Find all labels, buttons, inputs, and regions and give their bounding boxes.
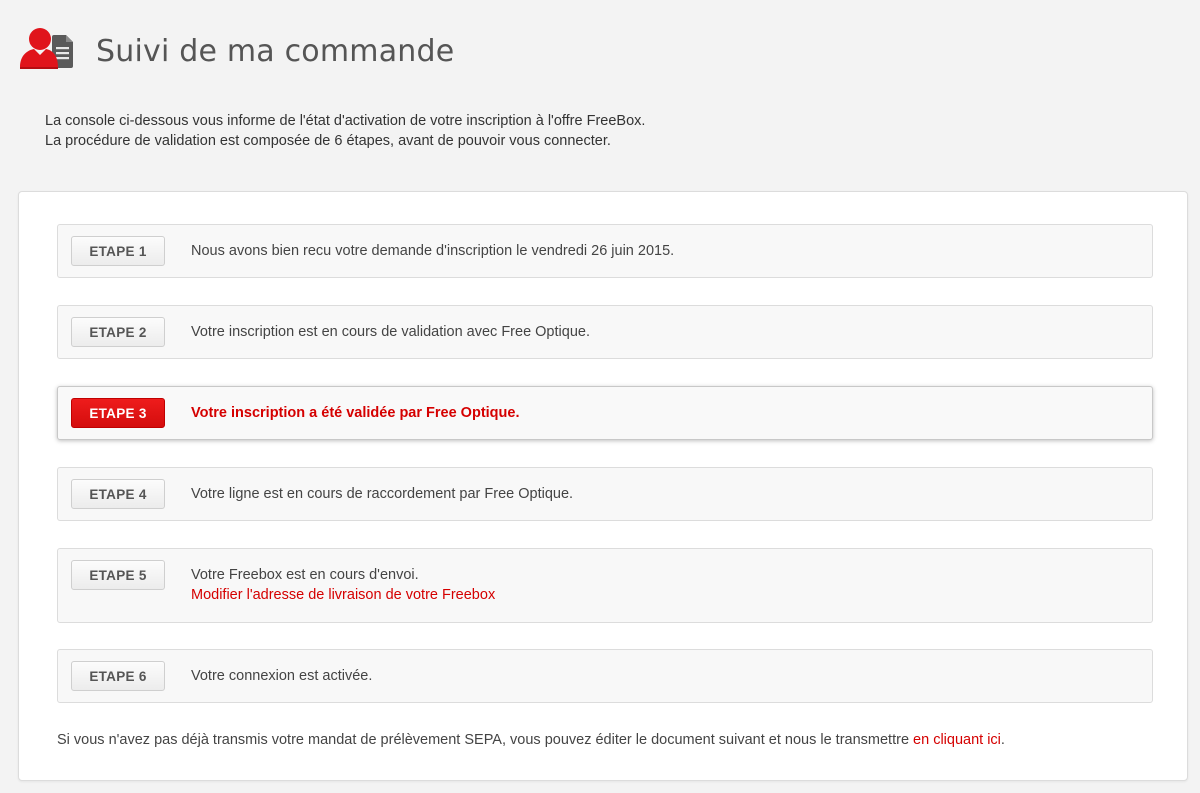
step-text: Votre Freebox est en cours d'envoi. (191, 567, 419, 583)
step-text-block: Votre Freebox est en cours d'envoi. Modi… (191, 565, 495, 605)
step-6: ETAPE 6 Votre connexion est activée. (57, 649, 1153, 703)
step-badge: ETAPE 1 (71, 236, 165, 266)
step-text: Nous avons bien recu votre demande d'ins… (191, 243, 675, 259)
step-text: Votre inscription a été validée par Free… (191, 405, 520, 421)
step-1: ETAPE 1 Nous avons bien recu votre deman… (57, 224, 1153, 278)
step-5: ETAPE 5 Votre Freebox est en cours d'env… (57, 548, 1153, 623)
intro-line-2: La procédure de validation est composée … (45, 133, 611, 149)
step-3-active: ETAPE 3 Votre inscription a été validée … (57, 386, 1153, 440)
step-badge: ETAPE 6 (71, 661, 165, 691)
step-4: ETAPE 4 Votre ligne est en cours de racc… (57, 467, 1153, 521)
page-title: Suivi de ma commande (96, 33, 455, 69)
sepa-notice: Si vous n'avez pas déjà transmis votre m… (57, 730, 1005, 750)
step-badge: ETAPE 2 (71, 317, 165, 347)
steps-panel: ETAPE 1 Nous avons bien recu votre deman… (18, 191, 1188, 781)
user-document-icon (18, 25, 78, 73)
step-badge-active: ETAPE 3 (71, 398, 165, 428)
step-badge: ETAPE 5 (71, 560, 165, 590)
step-text: Votre ligne est en cours de raccordement… (191, 486, 574, 502)
sepa-notice-text: Si vous n'avez pas déjà transmis votre m… (57, 732, 914, 748)
step-2: ETAPE 2 Votre inscription est en cours d… (57, 305, 1153, 359)
step-text: Votre inscription est en cours de valida… (191, 324, 590, 340)
step-badge: ETAPE 4 (71, 479, 165, 509)
sepa-notice-end: . (1000, 732, 1005, 748)
modify-delivery-address-link[interactable]: Modifier l'adresse de livraison de votre… (191, 585, 495, 605)
page-header: Suivi de ma commande (18, 24, 454, 74)
sepa-download-link[interactable]: en cliquant ici (913, 732, 1001, 748)
intro-text: La console ci-dessous vous informe de l'… (45, 111, 645, 151)
intro-line-1: La console ci-dessous vous informe de l'… (45, 113, 646, 129)
step-text: Votre connexion est activée. (191, 668, 373, 684)
